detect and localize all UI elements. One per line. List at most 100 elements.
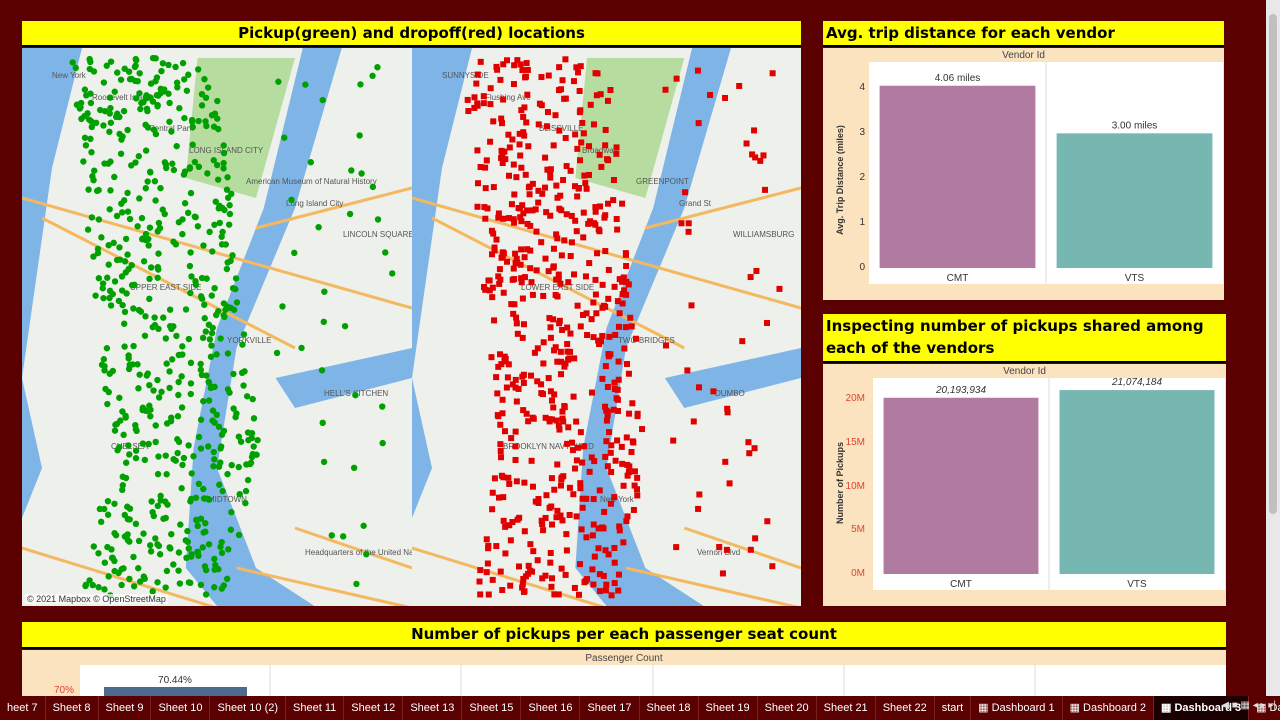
- tab-dashboard-1[interactable]: ▦ Dashboard 1: [971, 696, 1063, 720]
- pickup-point: [88, 149, 95, 156]
- dropoff-point: [500, 61, 507, 68]
- tab-nav-icon[interactable]: ◀ ■ ▦ ◂ ▸ ▸|: [1221, 700, 1276, 711]
- dropoff-point: [556, 317, 563, 324]
- tab-sheet-11[interactable]: Sheet 11: [286, 696, 345, 720]
- dropoff-point: [613, 216, 620, 223]
- dropoff-point: [507, 582, 514, 589]
- dropoff-point: [525, 418, 532, 425]
- pickup-point: [102, 385, 109, 393]
- pickup-point: [155, 542, 163, 550]
- pickup-point: [152, 197, 159, 204]
- dropoff-point: [500, 517, 507, 524]
- dropoff-point: [593, 310, 600, 317]
- pickup-point: [170, 166, 178, 174]
- pickup-point: [166, 99, 173, 107]
- tab-sheet-10[interactable]: Sheet 10: [151, 696, 211, 720]
- pickup-point: [145, 242, 152, 249]
- dropoff-point: [599, 304, 606, 311]
- pickup-point: [360, 522, 367, 529]
- tab-sheet-15[interactable]: Sheet 15: [462, 696, 522, 720]
- tab-sheet-13[interactable]: Sheet 13: [403, 696, 463, 720]
- dropoff-point: [611, 545, 618, 552]
- pickup-point: [123, 459, 130, 466]
- bar-vts[interactable]: [1056, 133, 1213, 268]
- pickup-point: [157, 85, 164, 93]
- bar-passenger-1[interactable]: [104, 687, 247, 699]
- pickup-point: [146, 381, 153, 389]
- dropoff-point: [576, 157, 583, 164]
- tab-dashboard-2[interactable]: ▦ Dashboard 2: [1063, 696, 1155, 720]
- pickup-point: [111, 530, 118, 537]
- pickup-point: [168, 128, 175, 135]
- bar-cmt[interactable]: [879, 85, 1036, 268]
- pickup-point: [161, 498, 169, 505]
- pickup-point: [219, 487, 226, 495]
- dropoff-point: [553, 182, 560, 189]
- pickup-point: [126, 215, 134, 223]
- scrollbar-thumb[interactable]: [1269, 14, 1277, 514]
- dropoff-point: [547, 166, 554, 173]
- pickup-point: [187, 249, 194, 256]
- tab-sheet-19[interactable]: Sheet 19: [699, 696, 758, 720]
- pickup-point: [140, 530, 147, 537]
- bar-cmt[interactable]: [883, 397, 1039, 574]
- dropoff-point: [540, 360, 547, 367]
- pickup-point: [203, 122, 210, 130]
- pickup-point: [191, 213, 199, 220]
- pickup-map[interactable]: New York Central Park American Museum of N…: [22, 48, 412, 606]
- dropoff-point: [554, 293, 561, 300]
- dropoff-point: [539, 575, 546, 582]
- dropoff-point: [723, 546, 730, 553]
- pickup-point: [143, 92, 150, 99]
- tab-sheet-16[interactable]: Sheet 16: [521, 696, 581, 720]
- pickup-point: [126, 505, 134, 512]
- pickup-point: [194, 522, 201, 530]
- tab-heet-7[interactable]: heet 7: [0, 696, 46, 720]
- pickup-point: [87, 90, 94, 97]
- pickup-point: [144, 107, 151, 115]
- tab-sheet-8[interactable]: Sheet 8: [46, 696, 99, 720]
- dropoff-point: [710, 388, 717, 395]
- tab-sheet-20[interactable]: Sheet 20: [758, 696, 817, 720]
- tab-start[interactable]: start: [935, 696, 972, 720]
- pickup-point: [209, 417, 216, 424]
- dropoff-point: [520, 379, 527, 386]
- tab-sheet-18[interactable]: Sheet 18: [640, 696, 699, 720]
- dropoff-point: [596, 588, 603, 595]
- dropoff-point: [487, 138, 494, 145]
- pickup-point: [188, 116, 196, 124]
- tab-sheet-12[interactable]: Sheet 12: [344, 696, 404, 720]
- pickup-point: [181, 168, 189, 175]
- dropoff-point: [530, 415, 537, 422]
- tab-sheet-17[interactable]: Sheet 17: [580, 696, 640, 720]
- dropoff-point: [602, 363, 609, 370]
- dropoff-point: [628, 323, 635, 330]
- pickup-point: [214, 176, 222, 183]
- bar-vts[interactable]: [1059, 390, 1215, 574]
- pickup-point: [181, 200, 189, 207]
- pickup-point: [245, 436, 252, 444]
- dropoff-point: [579, 504, 586, 511]
- pickup-point: [170, 323, 177, 330]
- pickup-point: [118, 200, 125, 207]
- vertical-scrollbar[interactable]: [1266, 0, 1280, 696]
- dropoff-point: [476, 578, 483, 585]
- tab-sheet-10-2-[interactable]: Sheet 10 (2): [210, 696, 287, 720]
- tab-sheet-22[interactable]: Sheet 22: [876, 696, 935, 720]
- tab-sheet-9[interactable]: Sheet 9: [99, 696, 152, 720]
- dropoff-point: [549, 397, 556, 404]
- dropoff-point: [608, 469, 615, 476]
- pickup-point: [155, 453, 162, 460]
- pickup-point: [157, 184, 164, 192]
- pickup-point: [389, 270, 396, 277]
- dropoff-point: [580, 209, 587, 216]
- dropoff-point: [496, 494, 503, 501]
- pickup-point: [205, 378, 212, 385]
- chart1-title: Avg. trip distance for each vendor: [823, 21, 1224, 47]
- dropoff-point: [477, 58, 484, 65]
- pickup-point: [240, 382, 247, 389]
- tab-sheet-21[interactable]: Sheet 21: [817, 696, 876, 720]
- dropoff-map[interactable]: SUNNYSIDEBLISSVILLEGREENPOINTWILLIAMSBUR…: [412, 48, 801, 606]
- pickup-point: [210, 463, 217, 470]
- pickup-point: [185, 71, 192, 78]
